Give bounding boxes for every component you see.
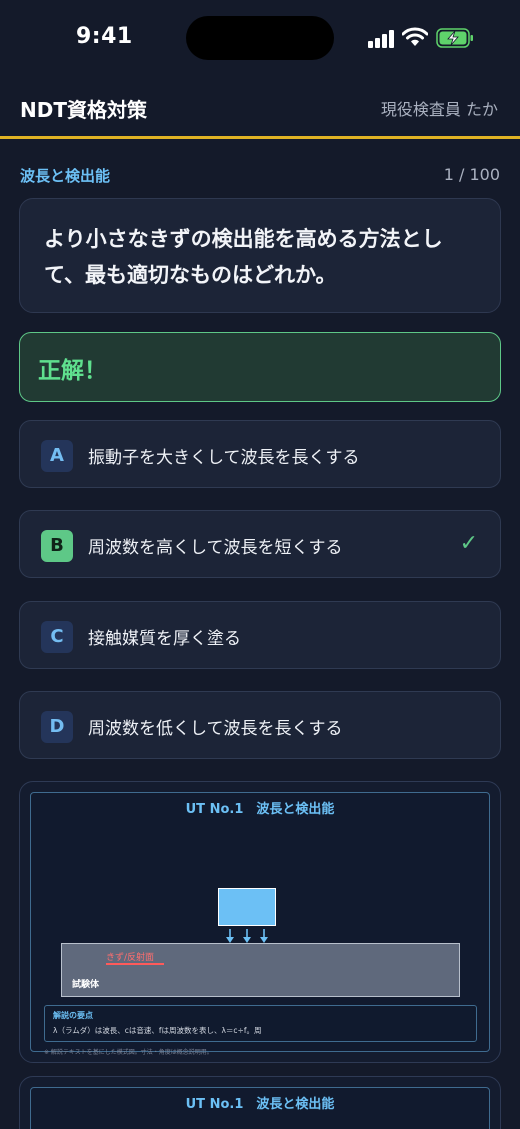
test-specimen: きず/反射面 試験体	[61, 943, 460, 997]
diagram-footnote: ※ 解説テキストを基にした模式図。寸法・角度は概念説明用。	[44, 1049, 213, 1056]
question-text: より小さなきずの検出能を高める方法として、最も適切なものはどれか。	[44, 227, 443, 287]
option-a[interactable]: A 振動子を大きくして波長を長くする	[19, 420, 501, 488]
option-text: 接触媒質を厚く塗る	[88, 629, 241, 649]
question-counter: 1 / 100	[443, 165, 500, 184]
app-header: NDT資格対策 現役検査員 たか	[0, 78, 520, 140]
flaw-label: きず/反射面	[106, 953, 155, 963]
probe-transducer	[218, 888, 276, 926]
result-text: 正解！	[38, 358, 107, 384]
option-letter: B	[41, 530, 73, 562]
arrow-down-icon	[243, 929, 251, 943]
notes-title: 解説の要点	[53, 1011, 93, 1020]
option-letter: D	[41, 711, 73, 743]
diagram-title: UT No.1 波長と検出能	[185, 802, 335, 817]
wifi-icon	[402, 27, 428, 46]
notes-text: λ（ラムダ）は波長、cは音速、fは周波数を表し、λ＝c÷f。周	[53, 1026, 262, 1035]
result-banner: 正解！	[19, 332, 501, 402]
option-letter: A	[41, 440, 73, 472]
diagram-figure: UT No.1 波長と検出能 きず/反射面 試験体 解説の要点 λ（ラムダ）は波…	[30, 792, 490, 1056]
dynamic-island	[186, 16, 334, 60]
status-time: 9:41	[76, 24, 133, 49]
diagram-figure-2: UT No.1 波長と検出能	[30, 1087, 490, 1129]
battery-charging-icon	[436, 28, 473, 48]
diagram-card-2: UT No.1 波長と検出能	[19, 1076, 501, 1129]
option-text: 周波数を高くして波長を短くする	[88, 538, 343, 558]
specimen-label: 試験体	[72, 980, 100, 990]
option-b[interactable]: B 周波数を高くして波長を短くする ✓	[19, 510, 501, 578]
user-label[interactable]: 現役検査員 たか	[381, 96, 498, 120]
signal-icon	[368, 30, 396, 48]
notes-box: 解説の要点 λ（ラムダ）は波長、cは音速、fは周波数を表し、λ＝c÷f。周	[44, 1005, 477, 1042]
category-label: 波長と検出能	[20, 167, 111, 185]
question-card: より小さなきずの検出能を高める方法として、最も適切なものはどれか。	[19, 198, 501, 313]
option-text: 振動子を大きくして波長を長くする	[88, 448, 360, 468]
arrow-down-icon	[260, 929, 268, 943]
app-title: NDT資格対策	[20, 98, 147, 122]
diagram-card: UT No.1 波長と検出能 きず/反射面 試験体 解説の要点 λ（ラムダ）は波…	[19, 781, 501, 1063]
option-letter: C	[41, 621, 73, 653]
option-text: 周波数を低くして波長を長くする	[88, 719, 343, 739]
check-icon: ✓	[459, 531, 478, 556]
status-bar: 9:41	[0, 0, 520, 78]
option-d[interactable]: D 周波数を低くして波長を長くする	[19, 691, 501, 759]
flaw-line	[106, 963, 164, 965]
option-c[interactable]: C 接触媒質を厚く塗る	[19, 601, 501, 669]
diagram-title: UT No.1 波長と検出能	[185, 1097, 335, 1112]
arrow-down-icon	[226, 929, 234, 943]
header-divider	[0, 136, 520, 139]
